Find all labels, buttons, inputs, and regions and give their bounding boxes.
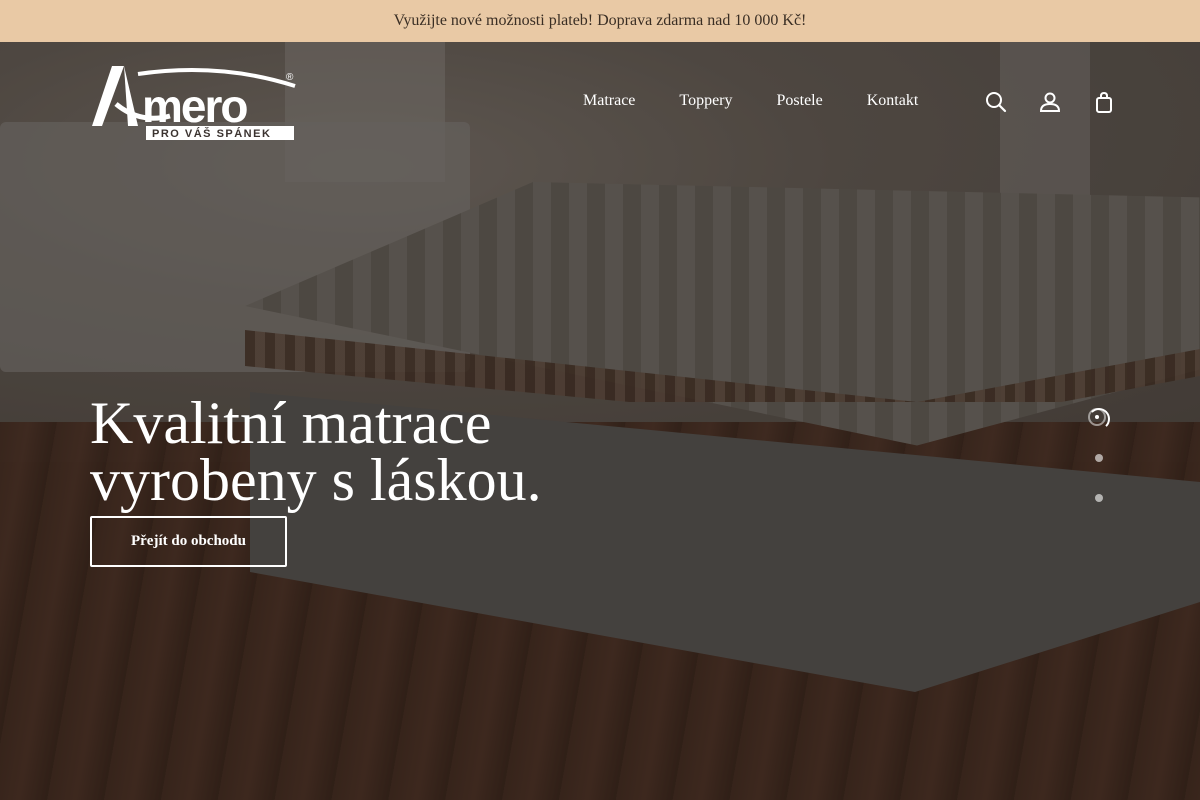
svg-text:mero: mero <box>142 80 247 132</box>
main-navigation: Matrace Toppery Postele Kontakt <box>583 92 918 110</box>
nav-item-postele[interactable]: Postele <box>777 92 823 110</box>
announcement-text: Využijte nové možnosti plateb! Doprava z… <box>393 12 807 29</box>
almero-logo-graphic: mero ® PRO VÁŠ SPÁNEK <box>92 66 296 140</box>
hero-headline: Kvalitní matrace vyrobeny s láskou. <box>90 390 542 513</box>
account-icon[interactable] <box>1038 90 1062 114</box>
hero-headline-line2: vyrobeny s láskou. <box>90 447 542 513</box>
slider-dot[interactable] <box>1095 494 1103 502</box>
site-header: mero ® PRO VÁŠ SPÁNEK Matrace Toppery Po… <box>0 42 1200 162</box>
nav-item-toppery[interactable]: Toppery <box>679 92 732 110</box>
shop-cta-button[interactable]: Přejít do obchodu <box>90 516 287 567</box>
header-icons <box>984 90 1116 114</box>
announcement-bar: Využijte nové možnosti plateb! Doprava z… <box>0 0 1200 42</box>
site-logo[interactable]: mero ® PRO VÁŠ SPÁNEK <box>90 64 300 144</box>
slider-dot[interactable] <box>1095 454 1103 462</box>
nav-item-kontakt[interactable]: Kontakt <box>867 92 919 110</box>
svg-text:®: ® <box>286 72 294 83</box>
shopping-bag-icon[interactable] <box>1092 90 1116 114</box>
hero-headline-line1: Kvalitní matrace <box>90 390 492 456</box>
search-icon[interactable] <box>984 90 1008 114</box>
svg-text:PRO VÁŠ SPÁNEK: PRO VÁŠ SPÁNEK <box>152 127 271 140</box>
nav-item-matrace[interactable]: Matrace <box>583 92 635 110</box>
slider-dot-active[interactable] <box>1088 408 1110 430</box>
